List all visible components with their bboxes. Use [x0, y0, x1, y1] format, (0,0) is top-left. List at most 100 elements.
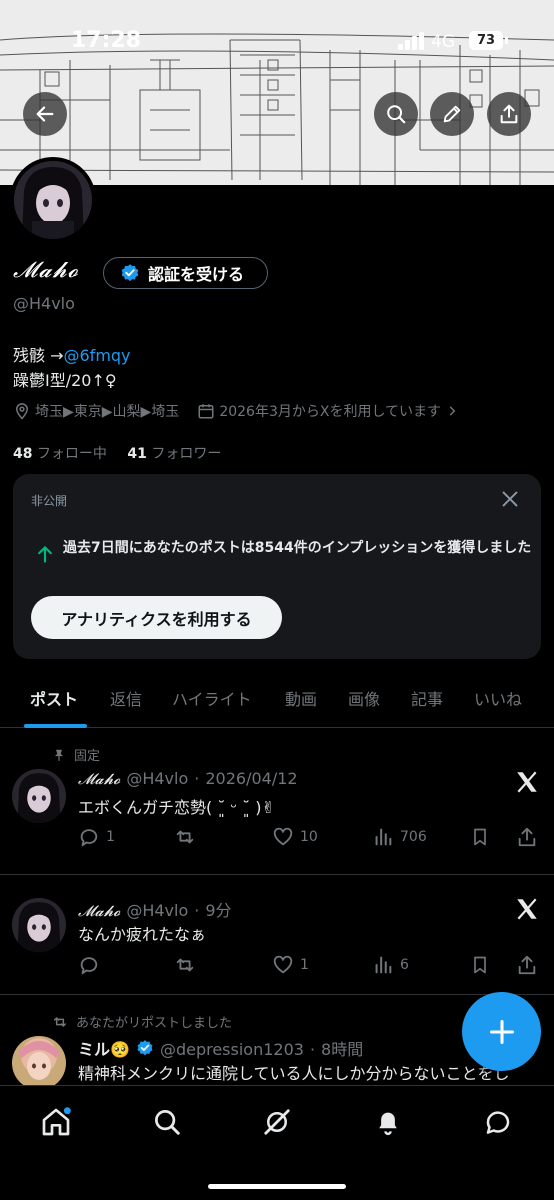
- following-link[interactable]: 48 フォロー中: [13, 446, 107, 462]
- tab-replies[interactable]: 返信: [110, 686, 142, 710]
- battery-icon: [505, 37, 508, 44]
- plus-icon: [489, 1019, 514, 1044]
- like-button[interactable]: 1: [272, 954, 309, 976]
- avatar-image: [12, 769, 66, 823]
- repost-icon: [176, 830, 194, 844]
- view-count: 6: [400, 957, 409, 973]
- profile-handle: @H4vlo: [13, 294, 75, 313]
- battery-level: 73: [469, 31, 503, 50]
- post-actions: 1 10 706: [78, 826, 540, 850]
- reply-icon: [80, 957, 98, 975]
- bio-text: 残骸 →: [13, 346, 64, 365]
- reply-count: 1: [106, 829, 115, 845]
- bio-mention-link[interactable]: @6fmqy: [64, 346, 131, 365]
- nav-messages[interactable]: [478, 1102, 518, 1142]
- heart-icon: [273, 955, 293, 974]
- post-share-button[interactable]: [516, 826, 538, 848]
- analytics-card: 非公開 過去7日間にあなたのポストは8544件のインプレッションを獲得しました …: [13, 474, 541, 659]
- view-count: 706: [400, 829, 427, 845]
- impressions-message: 過去7日間にあなたのポストは8544件のインプレッションを獲得しました: [63, 540, 532, 556]
- tab-highlights[interactable]: ハイライト: [172, 686, 252, 710]
- post-item[interactable]: 固定 𝓜𝓪𝓱𝓸 @H4vlo · 2026/04/12 エボくんガチ恋勢( ˘͈ ᵕ…: [0, 729, 554, 875]
- back-button[interactable]: [23, 92, 67, 136]
- close-icon[interactable]: [499, 488, 521, 510]
- search-icon: [155, 1110, 180, 1135]
- post-time: 8時間: [321, 1040, 364, 1059]
- followers-count: 41: [127, 446, 147, 462]
- reply-button[interactable]: 1: [78, 826, 115, 848]
- post-author-handle: @H4vlo: [126, 769, 189, 788]
- tab-videos[interactable]: 動画: [285, 686, 317, 710]
- nav-search[interactable]: [147, 1102, 187, 1142]
- signal-icon: [398, 32, 424, 50]
- home-icon: [42, 1107, 71, 1136]
- post-header: ミル🥺 @depression1203 · 8時間: [78, 1036, 363, 1060]
- post-item[interactable]: 𝓜𝓪𝓱𝓸 @H4vlo · 9分 なんか疲れたなぁ 1 6: [0, 876, 554, 995]
- calendar-icon: [198, 404, 214, 419]
- nav-home[interactable]: [36, 1102, 76, 1142]
- chevron-right-icon: [449, 406, 456, 416]
- joined-date[interactable]: 2026年3月からXを利用しています: [219, 401, 441, 421]
- post-author-handle: @depression1203: [159, 1040, 304, 1059]
- share-icon: [518, 955, 536, 975]
- repost-button[interactable]: [174, 954, 202, 976]
- bookmark-button[interactable]: [470, 954, 490, 976]
- compose-post-button[interactable]: [462, 992, 541, 1071]
- nav-grok[interactable]: [257, 1102, 297, 1142]
- reply-button[interactable]: [78, 954, 106, 976]
- views-button[interactable]: 6: [372, 954, 409, 976]
- tab-articles[interactable]: 記事: [411, 686, 443, 710]
- repost-button[interactable]: [174, 826, 202, 848]
- arrow-left-icon: [36, 106, 54, 122]
- post-avatar[interactable]: [12, 769, 66, 823]
- repost-indicator: あなたがリポストしました: [52, 1012, 232, 1031]
- x-logo-icon[interactable]: [514, 896, 540, 922]
- network-type: 4G: [431, 32, 455, 52]
- tab-images[interactable]: 画像: [348, 686, 380, 710]
- x-logo-icon[interactable]: [514, 769, 540, 795]
- post-author-name[interactable]: 𝓜𝓪𝓱𝓸: [78, 902, 120, 920]
- trending-up-arrow-icon: [38, 546, 52, 563]
- pinned-indicator: 固定: [52, 745, 100, 764]
- share-icon: [518, 827, 536, 847]
- edit-button[interactable]: [430, 92, 474, 136]
- share-button[interactable]: [487, 92, 531, 136]
- repost-label: あなたがリポストしました: [76, 1016, 233, 1031]
- home-indicator: [208, 1184, 346, 1189]
- bookmark-button[interactable]: [470, 826, 490, 848]
- post-avatar[interactable]: [12, 898, 66, 952]
- tab-posts[interactable]: ポスト: [30, 686, 78, 710]
- post-author-name[interactable]: 𝓜𝓪𝓱𝓸: [78, 770, 120, 788]
- post-text: なんか疲れたなぁ: [78, 925, 207, 944]
- use-analytics-button[interactable]: アナリティクスを利用する: [31, 596, 282, 639]
- search-button[interactable]: [374, 92, 418, 136]
- profile-avatar[interactable]: [10, 157, 96, 243]
- pencil-icon: [443, 105, 461, 123]
- like-button[interactable]: 10: [272, 826, 318, 848]
- post-avatar[interactable]: [12, 1036, 66, 1085]
- repost-icon: [53, 1016, 67, 1027]
- post-text: エボくんガチ恋勢( ˘͈ ᵕ ˘͈ )✌︎: [78, 798, 275, 817]
- followers-link[interactable]: 41 フォロワー: [127, 446, 221, 462]
- post-author-handle: @H4vlo: [126, 901, 189, 920]
- avatar-image: [12, 1036, 66, 1085]
- messages-icon: [486, 1111, 510, 1134]
- views-button[interactable]: 706: [372, 826, 427, 848]
- bookmark-icon: [474, 956, 486, 974]
- following-label: フォロー中: [36, 446, 107, 462]
- avatar-image: [14, 161, 92, 239]
- active-tab-indicator: [24, 724, 87, 728]
- get-verified-button[interactable]: 認証を受ける: [103, 257, 268, 289]
- bio-line-2: 躁鬱Ⅰ型/20↑♀: [13, 371, 117, 390]
- post-share-button[interactable]: [516, 954, 538, 976]
- profile-banner[interactable]: 17:28 4G 73: [0, 0, 554, 185]
- post-author-name[interactable]: ミル🥺: [78, 1036, 130, 1060]
- like-count: 10: [300, 829, 318, 845]
- nav-notifications[interactable]: [368, 1102, 408, 1142]
- get-verified-label: 認証を受ける: [148, 265, 245, 284]
- pin-icon: [54, 749, 64, 761]
- private-label: 非公開: [31, 494, 68, 508]
- status-bar: 17:28 4G 73: [0, 28, 554, 58]
- tab-likes[interactable]: いいね: [474, 686, 522, 710]
- following-count: 48: [13, 446, 33, 462]
